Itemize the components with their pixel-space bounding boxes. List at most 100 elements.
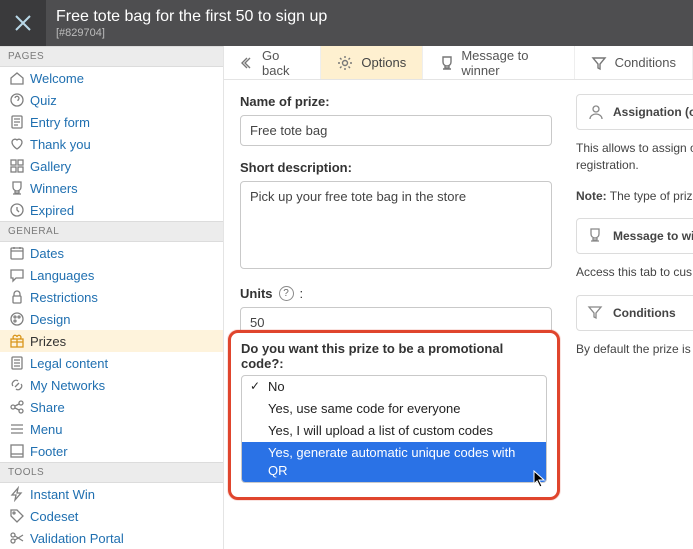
palette-icon: [8, 310, 26, 328]
sidebar-item-design[interactable]: Design: [0, 308, 223, 330]
scissors-icon: [8, 529, 26, 547]
sidebar-item-label: Restrictions: [30, 290, 98, 305]
header-title-block: Free tote bag for the first 50 to sign u…: [46, 7, 327, 38]
sidebar-item-winners[interactable]: Winners: [0, 177, 223, 199]
sidebar-item-quiz[interactable]: Quiz: [0, 89, 223, 111]
sidebar-item-legal-content[interactable]: Legal content: [0, 352, 223, 374]
filter-icon: [591, 55, 607, 71]
sidebar-item-welcome[interactable]: Welcome: [0, 67, 223, 89]
sidebar-item-share[interactable]: Share: [0, 396, 223, 418]
sidebar-item-label: Share: [30, 400, 65, 415]
share-icon: [8, 398, 26, 416]
filter-icon: [587, 304, 605, 322]
promo-dropdown[interactable]: No Yes, use same code for everyone Yes, …: [241, 375, 547, 483]
sidebar-item-instant-win[interactable]: Instant Win: [0, 483, 223, 505]
close-icon: [13, 13, 33, 33]
promo-option-same-code[interactable]: Yes, use same code for everyone: [242, 398, 546, 420]
trophy-icon: [587, 227, 605, 245]
panel-message[interactable]: Message to wi: [576, 218, 693, 254]
desc-input[interactable]: [240, 181, 552, 269]
tab-options[interactable]: Options: [321, 46, 423, 79]
menu-icon: [8, 420, 26, 438]
calendar-icon: [8, 244, 26, 262]
sidebar-section-header: GENERAL: [0, 221, 223, 242]
sidebar-item-label: Winners: [30, 181, 78, 196]
sidebar-item-menu[interactable]: Menu: [0, 418, 223, 440]
link-icon: [8, 376, 26, 394]
promo-code-dropdown-highlight: Do you want this prize to be a promotion…: [228, 330, 560, 500]
panel-note: Note: The type of prize is: [576, 188, 693, 205]
help-icon: [8, 91, 26, 109]
sidebar-item-label: Gallery: [30, 159, 71, 174]
chevron-left-icon: [240, 55, 254, 71]
sidebar-item-label: Design: [30, 312, 70, 327]
sidebar-item-expired[interactable]: Expired: [0, 199, 223, 221]
form-icon: [8, 113, 26, 131]
tab-message-to-winner[interactable]: Message to winner: [423, 46, 574, 79]
sidebar-item-footer[interactable]: Footer: [0, 440, 223, 462]
promo-question: Do you want this prize to be a promotion…: [241, 341, 547, 371]
page-ref: [#829704]: [56, 27, 327, 39]
help-icon[interactable]: ?: [279, 286, 294, 301]
sidebar-item-label: Prizes: [30, 334, 66, 349]
clock-icon: [8, 201, 26, 219]
tabs: Go back Options Message to winner Condit…: [224, 46, 693, 80]
sidebar-item-label: Languages: [30, 268, 94, 283]
tab-conditions[interactable]: Conditions: [575, 46, 693, 79]
sidebar-item-thank-you[interactable]: Thank you: [0, 133, 223, 155]
chat-icon: [8, 266, 26, 284]
grid-icon: [8, 157, 26, 175]
sidebar-item-label: Instant Win: [30, 487, 95, 502]
sidebar-item-entry-form[interactable]: Entry form: [0, 111, 223, 133]
desc-label: Short description:: [240, 160, 548, 175]
sidebar-item-gallery[interactable]: Gallery: [0, 155, 223, 177]
close-button[interactable]: [0, 0, 46, 46]
sidebar-section-header: PAGES: [0, 46, 223, 67]
panel-conditions[interactable]: Conditions: [576, 295, 693, 331]
sidebar-item-my-networks[interactable]: My Networks: [0, 374, 223, 396]
sidebar-item-label: Menu: [30, 422, 63, 437]
tab-label: Conditions: [615, 55, 676, 70]
tag-icon: [8, 507, 26, 525]
sidebar-item-label: Expired: [30, 203, 74, 218]
sidebar-item-validation-portal[interactable]: Validation Portal: [0, 527, 223, 549]
heart-icon: [8, 135, 26, 153]
sidebar-item-label: My Networks: [30, 378, 105, 393]
promo-option-auto-qr[interactable]: Yes, generate automatic unique codes wit…: [242, 442, 546, 482]
promo-option-no[interactable]: No: [242, 376, 546, 398]
sidebar-item-restrictions[interactable]: Restrictions: [0, 286, 223, 308]
trophy-icon: [439, 55, 453, 71]
panel-text: This allows to assign oregistration.: [576, 140, 693, 174]
gear-icon: [337, 55, 353, 71]
panel-text: By default the prize is: [576, 341, 693, 358]
home-icon: [8, 69, 26, 87]
tab-label: Options: [361, 55, 406, 70]
prize-form: Name of prize: Short description: Units …: [224, 80, 564, 549]
user-icon: [587, 103, 605, 121]
panel-assignation[interactable]: Assignation (o: [576, 94, 693, 130]
tab-go-back[interactable]: Go back: [224, 46, 321, 79]
sidebar-item-label: Codeset: [30, 509, 78, 524]
tab-label: Go back: [262, 48, 304, 78]
page-title: Free tote bag for the first 50 to sign u…: [56, 7, 327, 26]
sidebar-item-label: Dates: [30, 246, 64, 261]
sidebar-section-header: TOOLS: [0, 462, 223, 483]
footer-icon: [8, 442, 26, 460]
trophy-icon: [8, 179, 26, 197]
sidebar-item-prizes[interactable]: Prizes: [0, 330, 223, 352]
sidebar-item-dates[interactable]: Dates: [0, 242, 223, 264]
sidebar: PAGESWelcome Quiz Entry form Thank you Galle…: [0, 46, 224, 549]
name-input[interactable]: [240, 115, 552, 146]
lock-icon: [8, 288, 26, 306]
units-label: Units: [240, 286, 273, 301]
doc-icon: [8, 354, 26, 372]
sidebar-item-label: Validation Portal: [30, 531, 124, 546]
sidebar-item-label: Thank you: [30, 137, 91, 152]
sidebar-item-languages[interactable]: Languages: [0, 264, 223, 286]
promo-option-upload-list[interactable]: Yes, I will upload a list of custom code…: [242, 420, 546, 442]
sidebar-item-label: Entry form: [30, 115, 90, 130]
panel-text: Access this tab to cus: [576, 264, 693, 281]
sidebar-item-label: Quiz: [30, 93, 57, 108]
info-panel: Assignation (o This allows to assign ore…: [564, 80, 693, 549]
sidebar-item-codeset[interactable]: Codeset: [0, 505, 223, 527]
